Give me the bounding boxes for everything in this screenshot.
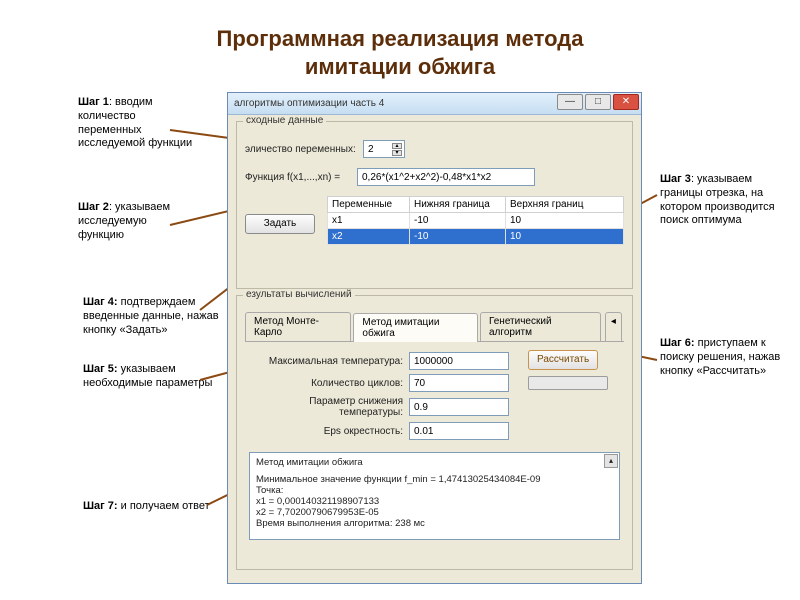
col-low: Нижняя граница <box>410 197 506 213</box>
max-temp-input[interactable]: 1000000 <box>409 352 509 370</box>
cycles-label: Количество циклов: <box>249 378 409 389</box>
cycles-input[interactable]: 70 <box>409 374 509 392</box>
close-button[interactable]: ✕ <box>613 94 639 110</box>
cell-high[interactable]: 10 <box>506 229 624 245</box>
progress-bar <box>528 376 608 390</box>
out-l1: Метод имитации обжига <box>256 457 613 468</box>
slide-title: Программная реализация метода имитации о… <box>0 25 800 80</box>
vars-value: 2 <box>368 144 374 155</box>
set-button[interactable]: Задать <box>245 214 315 234</box>
annotation-step7: Шаг 7: и получаем ответ <box>83 500 243 514</box>
spinner-up-icon[interactable]: ▴ <box>392 143 402 149</box>
bounds-table[interactable]: Переменные Нижняя граница Верхняя границ… <box>327 196 624 245</box>
eps-input[interactable]: 0.01 <box>409 422 509 440</box>
title-line-1: Программная реализация метода <box>217 26 584 51</box>
out-l2: Минимальное значение функции f_min = 1,4… <box>256 474 613 485</box>
cell-low[interactable]: -10 <box>410 213 506 229</box>
cool-label: Параметр снижения температуры: <box>249 396 409 418</box>
annotation-step6: Шаг 6: приступаем к поиску решения, нажа… <box>660 337 785 378</box>
func-label: Функция f(x1,...,xn) = <box>245 172 357 183</box>
cool-input[interactable]: 0.9 <box>409 398 509 416</box>
col-var: Переменные <box>328 197 410 213</box>
group-input-legend: сходные данные <box>243 115 326 126</box>
tab-pane: Максимальная температура: 1000000 Количе… <box>245 342 624 544</box>
tab-genetic[interactable]: Генетический алгоритм <box>480 312 601 341</box>
vars-spinner[interactable]: 2 ▴▾ <box>363 140 405 158</box>
vars-label: эличество переменных: <box>245 144 363 155</box>
group-input-data: сходные данные эличество переменных: 2 ▴… <box>236 121 633 289</box>
group-results: езультаты вычислений Метод Монте-Карло М… <box>236 295 633 570</box>
table-row[interactable]: x2 -10 10 <box>328 229 624 245</box>
scroll-up-icon[interactable]: ▴ <box>604 454 618 468</box>
func-input[interactable]: 0,26*(x1^2+x2^2)-0,48*x1*x2 <box>357 168 535 186</box>
tab-bar: Метод Монте-Карло Метод имитации обжига … <box>245 312 624 342</box>
calc-button[interactable]: Рассчитать <box>528 350 598 370</box>
maximize-button[interactable]: □ <box>585 94 611 110</box>
out-l4: x1 = 0,000140321198907133 <box>256 496 613 507</box>
title-line-2: имитации обжига <box>305 54 495 79</box>
window-titlebar: алгоритмы оптимизации часть 4 — □ ✕ <box>228 93 641 115</box>
annotation-step1: Шаг 1: вводим количество переменных иссл… <box>78 96 198 151</box>
minimize-button[interactable]: — <box>557 94 583 110</box>
cell-var: x2 <box>328 229 410 245</box>
tab-monte-carlo[interactable]: Метод Монте-Карло <box>245 312 351 341</box>
annotation-step2: Шаг 2: указываем исследуемую функцию <box>78 201 188 242</box>
tab-simulated-annealing[interactable]: Метод имитации обжига <box>353 313 478 342</box>
col-high: Верхняя границ <box>506 197 624 213</box>
annotation-step5: Шаг 5: указываем необходимые параметры <box>83 363 223 391</box>
out-l3: Точка: <box>256 485 613 496</box>
spinner-down-icon[interactable]: ▾ <box>392 150 402 156</box>
result-output[interactable]: Метод имитации обжига Минимальное значен… <box>249 452 620 540</box>
func-value: 0,26*(x1^2+x2^2)-0,48*x1*x2 <box>362 172 491 183</box>
tab-scroll-left-icon[interactable]: ◂ <box>605 312 622 341</box>
out-l5: x2 = 7,70200790679953E-05 <box>256 507 613 518</box>
eps-label: Eps окрестность: <box>249 426 409 437</box>
bounds-header-row: Переменные Нижняя граница Верхняя границ <box>328 197 624 213</box>
out-l6: Время выполнения алгоритма: 238 мс <box>256 518 613 529</box>
table-row[interactable]: x1 -10 10 <box>328 213 624 229</box>
cell-high[interactable]: 10 <box>506 213 624 229</box>
cell-var: x1 <box>328 213 410 229</box>
annotation-step4: Шаг 4: подтверждаем введенные данные, на… <box>83 296 223 337</box>
cell-low[interactable]: -10 <box>410 229 506 245</box>
annotation-step3: Шаг 3: указываем границы отрезка, на кот… <box>660 173 790 228</box>
window-title-text: алгоритмы оптимизации часть 4 <box>234 98 384 109</box>
group-results-legend: езультаты вычислений <box>243 289 355 300</box>
app-window: алгоритмы оптимизации часть 4 — □ ✕ сход… <box>227 92 642 584</box>
max-temp-label: Максимальная температура: <box>249 356 409 367</box>
